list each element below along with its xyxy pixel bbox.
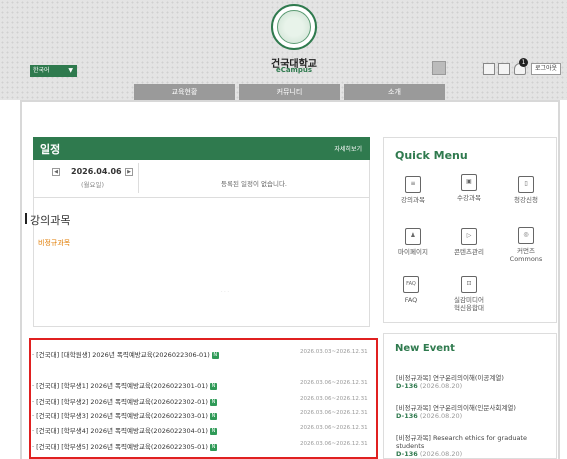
new-badge-icon: N (209, 427, 217, 435)
chevron-down-icon: ▼ (68, 67, 73, 74)
schedule-weekday: (월요일) (81, 181, 105, 189)
course-period: 2026.03.06~2026.12.31 (300, 410, 368, 416)
loading-dots-icon: · · · (221, 289, 229, 295)
language-select[interactable]: 한국어 ▼ (30, 65, 77, 77)
course-name[interactable]: [건국대] [학부생1] 2026년 폭력예방교육(2026022301-01) (36, 382, 208, 390)
event-item[interactable]: [비정규과목] 연구윤리의이해(이공계열) D-136 (2026.08.20) (396, 374, 548, 390)
course-row[interactable]: · [건국대] [학부생2] 2026년 폭력예방교육(2026022302-0… (32, 396, 372, 406)
notification-badge: 1 (519, 58, 528, 67)
checklist-icon[interactable] (498, 63, 510, 75)
new-badge-icon: N (209, 443, 217, 451)
quick-mypage[interactable]: ♟ 마이페이지 (385, 228, 441, 256)
lectures-tab-noncredit[interactable]: 비정규과목 (38, 238, 70, 248)
language-label: 한국어 (33, 67, 50, 74)
event-item[interactable]: [비정규과목] Research ethics for graduate stu… (396, 434, 548, 458)
lectures-title: 강의과목 (24, 213, 71, 227)
nav-tab-community[interactable]: 커뮤니티 (239, 84, 340, 100)
play-file-icon: ▷ (461, 228, 477, 245)
course-period: 2026.03.06~2026.12.31 (300, 380, 368, 386)
schedule-header: 일정 자세히보기 (33, 137, 370, 160)
course-name[interactable]: [건국대] [학부생4] 2026년 폭력예방교육(2026022304-01) (36, 427, 208, 435)
nav-tab-about[interactable]: 소개 (344, 84, 445, 100)
media-icon: ⊡ (461, 276, 477, 293)
new-badge-icon: N (209, 382, 217, 390)
quick-content-manage[interactable]: ▷ 콘텐츠관리 (441, 228, 497, 256)
course-row[interactable]: · [건국대] [학부생5] 2026년 폭력예방교육(2026022305-0… (32, 441, 372, 451)
course-name[interactable]: [건국대] [대학원생] 2026년 폭력예방교육(2026022306-01) (36, 351, 210, 359)
course-name[interactable]: [건국대] [학부생2] 2026년 폭력예방교육(2026022302-01) (36, 398, 208, 406)
quick-menu-title: Quick Menu (395, 149, 468, 162)
id-card-icon: ▣ (461, 174, 477, 191)
course-row[interactable]: · [건국대] [학부생3] 2026년 폭력예방교육(2026022303-0… (32, 410, 372, 420)
mail-icon[interactable] (483, 63, 495, 75)
main-navigation: 교육현황 커뮤니티 소개 (134, 84, 449, 100)
seal-inner-icon (277, 10, 311, 44)
brand-subtitle: eCampus (275, 66, 313, 74)
course-row[interactable]: · [건국대] [학부생4] 2026년 폭력예방교육(2026022304-0… (32, 425, 372, 435)
profile-avatar-icon[interactable] (432, 61, 446, 75)
logout-button[interactable]: 로그아웃 (531, 63, 561, 75)
schedule-date: 2026.04.06 (71, 167, 122, 176)
course-period: 2026.03.06~2026.12.31 (300, 425, 368, 431)
quick-immersive-media[interactable]: ⊡ 실감미디어 혁신융합대 (441, 276, 497, 312)
profile-icon: ♟ (405, 228, 421, 245)
course-period: 2026.03.06~2026.12.31 (300, 396, 368, 402)
next-day-icon[interactable]: ▶ (125, 168, 133, 176)
course-row[interactable]: · [건국대] [대학원생] 2026년 폭력예방교육(2026022306-0… (32, 349, 372, 359)
course-period: 2026.03.06~2026.12.31 (300, 441, 368, 447)
quick-enrolled-courses[interactable]: ▣ 수강과목 (441, 174, 497, 202)
nav-tab-education[interactable]: 교육현황 (134, 84, 235, 100)
course-name[interactable]: [건국대] [학부생5] 2026년 폭력예방교육(2026022305-01) (36, 443, 208, 451)
quick-lecture-courses[interactable]: ≡ 강의과목 (385, 176, 441, 204)
schedule-more-link[interactable]: 자세히보기 (334, 144, 362, 153)
quick-commons[interactable]: ◎ 커먼즈 Commons (498, 227, 554, 263)
university-seal-logo[interactable] (271, 4, 317, 50)
event-title: New Event (395, 343, 455, 354)
schedule-title: 일정 (40, 143, 61, 156)
faq-icon: FAQ (403, 276, 419, 293)
quick-faq[interactable]: FAQ FAQ (383, 276, 439, 304)
course-period: 2026.03.03~2026.12.31 (300, 349, 368, 355)
course-row[interactable]: · [건국대] [학부생1] 2026년 폭력예방교육(2026022301-0… (32, 380, 372, 390)
event-item[interactable]: [비정규과목] 연구윤리의이해(인문사회계열) D-136 (2026.08.20… (396, 404, 548, 420)
new-badge-icon: N (209, 398, 217, 406)
camera-icon: ◎ (518, 227, 534, 244)
course-name[interactable]: [건국대] [학부생3] 2026년 폭력예방교육(2026022303-01) (36, 412, 208, 420)
schedule-empty-message: 등록된 일정이 없습니다. (221, 180, 287, 188)
prev-day-icon[interactable]: ◀ (52, 168, 60, 176)
quick-audit-apply[interactable]: ▯ 청강신청 (498, 176, 554, 204)
document-icon: ≡ (405, 176, 421, 193)
bookmark-icon: ▯ (518, 176, 534, 193)
new-badge-icon: N (211, 351, 219, 359)
new-badge-icon: N (209, 412, 217, 420)
